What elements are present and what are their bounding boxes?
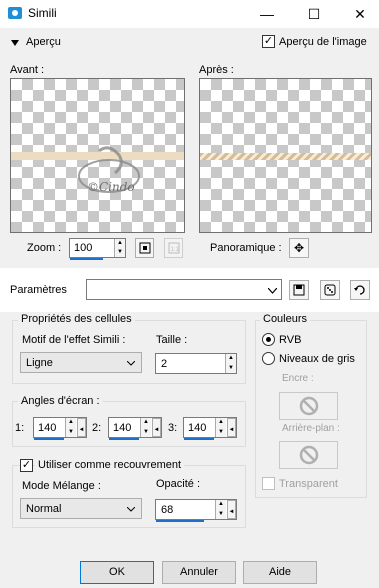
dice-icon [324, 284, 336, 296]
cancel-button[interactable]: Annuler [162, 561, 236, 584]
transparent-checkbox[interactable] [262, 477, 275, 490]
angle-1-label: 1: [15, 422, 25, 434]
after-preview[interactable] [199, 78, 372, 233]
ink-color-swatch[interactable] [279, 392, 338, 420]
collapse-triangle-icon[interactable] [11, 40, 19, 46]
angle-1-slider-arrow[interactable]: ◄ [77, 418, 86, 437]
save-icon [293, 284, 305, 296]
maximize-button[interactable]: ☐ [300, 4, 328, 24]
opacity-spin-arrows[interactable]: ▲ ▼ [215, 500, 226, 519]
angle-1-spinbox[interactable]: 140 ▲ ▼ ◄ [33, 417, 87, 440]
chevron-down-icon [127, 507, 135, 512]
minimize-button[interactable]: — [253, 4, 281, 24]
ok-button[interactable]: OK [80, 561, 154, 584]
reset-button[interactable] [350, 280, 370, 300]
ink-label: Encre : [282, 373, 314, 384]
help-button[interactable]: Aide [243, 561, 317, 584]
transparent-label: Transparent [279, 478, 338, 490]
size-label: Taille : [156, 334, 188, 346]
before-label: Avant : [10, 64, 45, 76]
background-label: Arrière-plan : [282, 423, 340, 434]
blend-mode-label: Mode Mélange : [22, 480, 101, 492]
angle-1-spin-arrows[interactable]: ▲ ▼ [65, 418, 76, 437]
no-color-icon [299, 445, 318, 465]
rgb-radio[interactable] [262, 333, 275, 346]
opacity-spinbox[interactable]: 68 ▲ ▼ ◄ [155, 499, 237, 522]
chevron-down-icon [268, 288, 277, 294]
angle-3-label: 3: [168, 422, 178, 434]
angle-3-value[interactable]: 140 [188, 422, 206, 434]
angle-2-label: 2: [92, 422, 102, 434]
size-spin-arrows[interactable]: ▲ ▼ [225, 354, 236, 373]
zoom-spin-arrows[interactable]: ▲ ▼ [114, 239, 125, 257]
blend-mode-dropdown[interactable]: Normal [20, 498, 142, 519]
random-button[interactable] [320, 280, 340, 300]
colors-group-title: Couleurs [260, 313, 311, 325]
angle-1-value[interactable]: 140 [38, 422, 56, 434]
title-bar: Simili — ☐ ✕ [0, 0, 379, 28]
angle-2-value[interactable]: 140 [113, 422, 131, 434]
size-spinbox[interactable]: 2 ▲ ▼ [155, 353, 237, 374]
before-preview[interactable]: ©Cindo [10, 78, 185, 233]
actual-size-icon: 1:1 [168, 242, 179, 254]
motif-label: Motif de l'effet Simili : [22, 334, 126, 346]
reset-icon [354, 285, 365, 295]
motif-dropdown[interactable]: Ligne [20, 352, 142, 373]
angles-group-title: Angles d'écran : [18, 395, 103, 407]
angle-2-spinbox[interactable]: 140 ▲ ▼ ◄ [108, 417, 162, 440]
opacity-value[interactable]: 68 [161, 504, 173, 516]
svg-text:1:1: 1:1 [170, 247, 179, 253]
angle-3-spin-arrows[interactable]: ▲ ▼ [215, 418, 226, 437]
window-title: Simili [28, 6, 57, 20]
zoom-label: Zoom : [27, 242, 62, 254]
params-label: Paramètres [10, 284, 67, 296]
zoom-value[interactable]: 100 [74, 242, 92, 254]
zoom-spinbox[interactable]: 100 ▲ ▼ [69, 238, 126, 260]
save-preset-button[interactable] [289, 280, 309, 300]
opacity-label: Opacité : [156, 478, 201, 490]
cells-group-title: Propriétés des cellules [18, 313, 135, 325]
size-value[interactable]: 2 [161, 358, 167, 370]
angle-2-spin-arrows[interactable]: ▲ ▼ [140, 418, 151, 437]
no-color-icon [299, 396, 318, 416]
blend-mode-value[interactable]: Normal [26, 503, 61, 515]
angle-3-slider-arrow[interactable]: ◄ [227, 418, 236, 437]
motif-value[interactable]: Ligne [26, 357, 53, 369]
pan-button[interactable]: ✥ [289, 238, 309, 258]
opacity-slider-arrow[interactable]: ◄ [227, 500, 236, 519]
after-band [200, 153, 371, 160]
zoom-fit-button[interactable] [135, 238, 154, 258]
zoom-actual-size-button[interactable]: 1:1 [164, 238, 183, 258]
overlay-checkbox[interactable]: ✓ [20, 459, 33, 472]
params-combobox[interactable] [86, 279, 282, 300]
angle-3-spinbox[interactable]: 140 ▲ ▼ ◄ [183, 417, 237, 440]
preview-toggle-label[interactable]: Aperçu [26, 36, 61, 48]
image-preview-label: Aperçu de l'image [279, 36, 367, 48]
move-icon: ✥ [293, 241, 305, 255]
app-icon [8, 7, 22, 19]
rgb-label[interactable]: RVB [279, 334, 301, 346]
angle-2-slider-arrow[interactable]: ◄ [152, 418, 161, 437]
image-preview-checkbox[interactable]: ✓ [262, 35, 275, 48]
fit-to-window-icon [139, 242, 150, 254]
pan-label: Panoramique : [210, 242, 282, 254]
grayscale-label[interactable]: Niveaux de gris [279, 353, 355, 365]
after-label: Après : [199, 64, 234, 76]
overlay-checkbox-label[interactable]: Utiliser comme recouvrement [35, 459, 185, 471]
watermark-logo-icon: ©Cindo [78, 146, 140, 194]
grayscale-radio[interactable] [262, 352, 275, 365]
background-color-swatch[interactable] [279, 441, 338, 469]
chevron-down-icon [127, 361, 135, 366]
close-button[interactable]: ✕ [346, 4, 374, 24]
svg-text:©Cindo: ©Cindo [87, 180, 135, 194]
